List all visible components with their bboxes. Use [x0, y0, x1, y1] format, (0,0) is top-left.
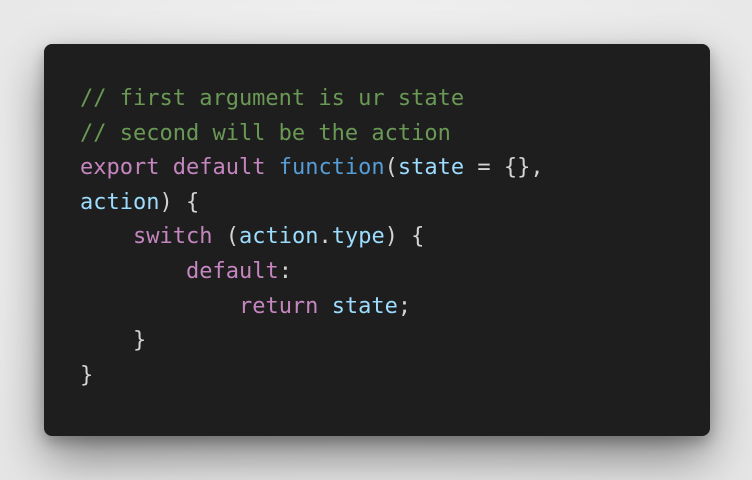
code-line: return state;: [80, 290, 710, 325]
code-block: // first argument is ur state // second w…: [80, 82, 710, 393]
punctuation-token: (: [384, 155, 398, 181]
keyword-token: return: [238, 293, 319, 319]
code-line: export default function(state = {},: [80, 151, 710, 186]
keyword-token: default: [172, 155, 266, 181]
keyword-token: export: [80, 155, 160, 181]
punctuation-token: ) {: [159, 189, 200, 215]
code-line: action) {: [80, 186, 710, 221]
comment-token: // first argument is ur state: [80, 86, 465, 111]
variable-token: state: [331, 293, 398, 319]
code-line: }: [80, 359, 710, 394]
punctuation-token: ;: [397, 293, 412, 319]
variable-token: action: [238, 224, 319, 250]
keyword-token: default: [185, 258, 279, 284]
keyword-token: switch: [132, 224, 213, 250]
punctuation-token: }: [132, 328, 147, 354]
code-line: switch (action.type) {: [80, 220, 710, 255]
function-token: function: [278, 155, 385, 181]
code-line: default:: [80, 255, 710, 290]
punctuation-token: :: [278, 258, 292, 284]
variable-token: type: [331, 224, 385, 250]
punctuation-token: .: [318, 224, 332, 250]
punctuation-token: ) {: [384, 224, 425, 250]
punctuation-token: = {},: [464, 155, 544, 181]
punctuation-token: (: [212, 224, 239, 250]
code-line: // first argument is ur state: [80, 82, 710, 117]
punctuation-token: }: [80, 362, 94, 388]
variable-token: state: [397, 155, 465, 181]
variable-token: action: [80, 189, 160, 215]
comment-token: // second will be the action: [80, 120, 451, 146]
code-line: // second will be the action: [80, 117, 710, 152]
code-line: }: [80, 324, 710, 359]
code-snippet-card: // first argument is ur state // second w…: [44, 44, 710, 436]
